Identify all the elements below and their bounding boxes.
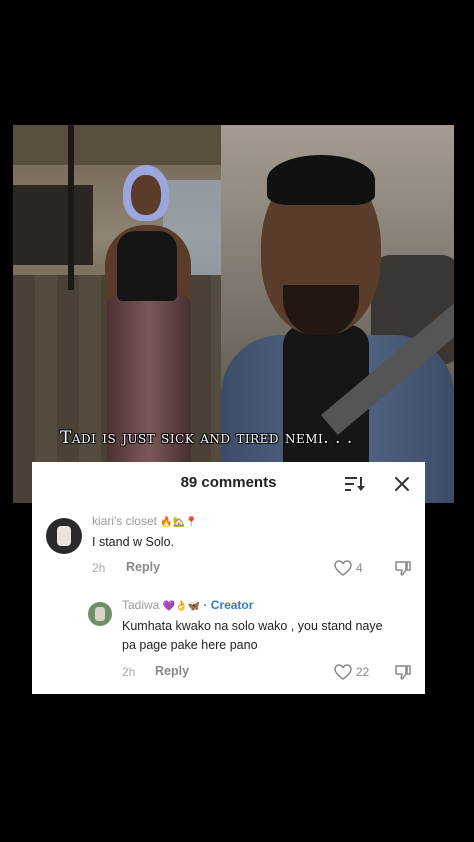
comment-username[interactable]: kiari's closet 🔥🏡📍 bbox=[92, 514, 198, 528]
comments-count: 89 comments bbox=[180, 474, 277, 491]
reply-time: 2h bbox=[122, 665, 136, 679]
reply-username[interactable]: Tadiwa 💜👌🦋 · Creator bbox=[122, 598, 253, 612]
username-text[interactable]: kiari's closet bbox=[92, 514, 157, 528]
dislike-icon[interactable] bbox=[394, 559, 412, 577]
reply-text-line-2: pa page pake here pano bbox=[122, 638, 258, 652]
comments-header: 89 comments bbox=[32, 462, 425, 504]
woman-face bbox=[131, 175, 161, 215]
like-count: 22 bbox=[356, 665, 370, 679]
mall-ceiling bbox=[13, 125, 221, 165]
avatar[interactable] bbox=[88, 602, 112, 626]
comments-panel: 89 comments kiari's closet 🔥🏡📍 I stand w… bbox=[32, 462, 425, 694]
woman-top bbox=[117, 231, 177, 301]
reply-button[interactable]: Reply bbox=[155, 664, 189, 678]
storefront bbox=[13, 185, 93, 265]
username-text[interactable]: Tadiwa bbox=[122, 598, 159, 612]
username-emojis: 🔥🏡📍 bbox=[160, 517, 198, 528]
reply-text-line-1: Kumhata kwako na solo wako , you stand n… bbox=[122, 619, 383, 633]
dislike-icon[interactable] bbox=[394, 663, 412, 681]
close-icon[interactable] bbox=[394, 476, 410, 492]
avatar[interactable] bbox=[46, 518, 82, 554]
heart-icon[interactable] bbox=[334, 560, 352, 576]
man-hair bbox=[267, 155, 375, 205]
comment-time: 2h bbox=[92, 561, 106, 575]
video-caption: Tadi is just sick and tired nemi. . . bbox=[60, 428, 353, 448]
comment-text: I stand w Solo. bbox=[92, 535, 174, 549]
username-emojis: 💜👌🦋 bbox=[162, 601, 201, 612]
heart-icon[interactable] bbox=[334, 664, 352, 680]
pillar bbox=[68, 125, 74, 290]
creator-badge: · Creator bbox=[203, 598, 254, 612]
like-count: 4 bbox=[356, 561, 363, 575]
reply-button[interactable]: Reply bbox=[126, 560, 160, 574]
sort-icon[interactable] bbox=[345, 476, 365, 492]
